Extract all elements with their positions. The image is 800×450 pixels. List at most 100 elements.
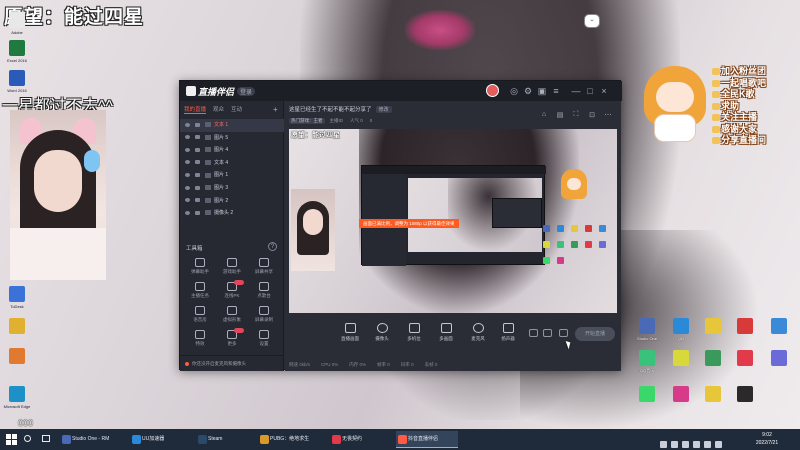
- tool-record[interactable]: 屏幕录制: [248, 306, 280, 328]
- list-item[interactable]: 摄像头 2: [180, 207, 284, 220]
- windows-start-button[interactable]: [6, 434, 17, 445]
- tool-tasks[interactable]: 主播任务: [184, 282, 216, 304]
- desktop-icon[interactable]: [666, 350, 696, 368]
- record-toggle-icon[interactable]: [529, 329, 538, 337]
- tool-effects[interactable]: 特效: [184, 330, 216, 352]
- taskbar-clock[interactable]: 9:02 2022/7/21: [752, 431, 782, 447]
- lock-icon[interactable]: [195, 147, 200, 152]
- tool-voice-room[interactable]: 语音房: [184, 306, 216, 328]
- share-icon[interactable]: ⌂: [539, 111, 549, 121]
- settings-icon[interactable]: ⚙: [522, 85, 534, 97]
- tool-more[interactable]: 更多: [216, 328, 248, 352]
- tray-volume-icon[interactable]: [704, 441, 711, 448]
- ghost-icon[interactable]: ᵕ: [584, 14, 600, 28]
- tool-song[interactable]: 点歌台: [248, 282, 280, 304]
- help-icon[interactable]: ?: [268, 242, 277, 251]
- tool-pk[interactable]: 连线PK: [216, 280, 248, 304]
- category-badge[interactable]: 热门游戏：王者: [289, 118, 325, 124]
- resolution-toast[interactable]: 画面已满比例，调整为 1080p 以获得最佳效果: [359, 219, 459, 228]
- eye-icon[interactable]: [185, 210, 190, 215]
- mic-camera-tip[interactable]: 你还没开启麦克风和摄像头: [180, 355, 284, 371]
- list-item[interactable]: 文本 1: [180, 119, 284, 132]
- desktop-icon[interactable]: [764, 350, 794, 368]
- edit-title-button[interactable]: 修改: [375, 106, 392, 113]
- desktop-icon[interactable]: Adobe: [2, 12, 32, 35]
- eye-icon[interactable]: [185, 185, 190, 190]
- avatar[interactable]: [486, 84, 499, 97]
- microphone-button[interactable]: 麦克风: [463, 323, 493, 342]
- desktop-icon[interactable]: [2, 318, 32, 336]
- desktop-icon[interactable]: Word 2016: [2, 70, 32, 93]
- tray-chevron-icon[interactable]: [660, 441, 667, 448]
- multi-camera-button[interactable]: 多机位: [399, 323, 429, 342]
- eye-icon[interactable]: [185, 198, 190, 203]
- tab-audience[interactable]: 观众: [213, 105, 224, 113]
- settings-icon[interactable]: [559, 329, 568, 337]
- taskbar-app[interactable]: UU加速器: [130, 431, 192, 448]
- list-item[interactable]: 图片 2: [180, 195, 284, 208]
- lock-icon[interactable]: [195, 210, 200, 215]
- list-item[interactable]: 图片 3: [180, 182, 284, 195]
- eye-icon[interactable]: [185, 135, 190, 140]
- lock-icon[interactable]: [195, 160, 200, 165]
- tool-danmaku[interactable]: 弹幕助手: [184, 258, 216, 280]
- taskbar-app[interactable]: 抖音直播伴侣: [396, 431, 458, 448]
- task-view-icon[interactable]: [42, 433, 56, 450]
- list-item[interactable]: 文本 4: [180, 157, 284, 170]
- eye-icon[interactable]: [543, 329, 552, 337]
- desktop-icon[interactable]: [698, 318, 728, 336]
- login-badge[interactable]: 登录: [237, 87, 256, 96]
- tool-settings[interactable]: 设置: [248, 330, 280, 352]
- headset-icon[interactable]: ◎: [508, 85, 520, 97]
- layout-icon[interactable]: ▤: [555, 111, 565, 121]
- taskbar-app[interactable]: Studio One - RM: [60, 431, 126, 448]
- list-item[interactable]: 图片 4: [180, 144, 284, 157]
- tray-app-icon[interactable]: [671, 441, 678, 448]
- list-item[interactable]: 图片 1: [180, 169, 284, 182]
- live-preview[interactable]: 愿望：能过四星 画面已满比例，调整为 1080p 以获得最佳效果: [289, 129, 617, 313]
- lock-icon[interactable]: [195, 173, 200, 178]
- desktop-icon[interactable]: [730, 386, 760, 404]
- desktop-icon[interactable]: [632, 386, 662, 404]
- tray-app-icon[interactable]: [682, 441, 689, 448]
- taskbar-app[interactable]: Steam: [196, 431, 254, 448]
- more-icon[interactable]: ⋯: [603, 111, 613, 121]
- gift-box-icon[interactable]: ▣: [536, 85, 548, 97]
- tray-ime-icon[interactable]: [715, 441, 722, 448]
- live-screen-button[interactable]: 直播画面: [335, 323, 365, 342]
- desktop-icon[interactable]: [666, 386, 696, 404]
- start-live-button[interactable]: 开始直播: [575, 327, 615, 341]
- eye-icon[interactable]: [185, 160, 190, 165]
- tool-game[interactable]: 游戏助手: [216, 258, 248, 280]
- taskbar-app[interactable]: PUBG：绝地求生: [258, 431, 326, 448]
- tool-screen-share[interactable]: 屏幕共享: [248, 258, 280, 280]
- desktop-icon[interactable]: Studio One: [632, 318, 662, 341]
- desktop-icon[interactable]: QQ音乐: [632, 350, 662, 373]
- list-item[interactable]: 图片 5: [180, 132, 284, 145]
- close-button[interactable]: ×: [598, 85, 610, 97]
- desktop-icon[interactable]: [698, 350, 728, 368]
- eye-icon[interactable]: [185, 173, 190, 178]
- eye-icon[interactable]: [185, 122, 190, 127]
- lock-icon[interactable]: [195, 198, 200, 203]
- minimize-button[interactable]: —: [570, 85, 582, 97]
- tab-my-live[interactable]: 我的直播: [184, 105, 207, 114]
- desktop-icon[interactable]: Microsoft Edge: [2, 386, 32, 409]
- desktop-icon[interactable]: [698, 386, 728, 404]
- maximize-button[interactable]: □: [584, 85, 596, 97]
- desktop-icon[interactable]: [2, 348, 32, 366]
- desktop-icon[interactable]: Excel 2016: [2, 40, 32, 63]
- eye-icon[interactable]: [185, 147, 190, 152]
- add-scene-button[interactable]: +: [273, 105, 278, 114]
- tab-interact[interactable]: 互动: [231, 105, 242, 113]
- lock-icon[interactable]: [195, 122, 200, 127]
- multi-screen-button[interactable]: 多画面: [431, 323, 461, 342]
- crop-icon[interactable]: ⊡: [587, 111, 597, 121]
- tray-network-icon[interactable]: [693, 441, 700, 448]
- desktop-icon[interactable]: ToDesk: [2, 286, 32, 309]
- fullscreen-icon[interactable]: ⛶: [571, 111, 581, 121]
- desktop-icon[interactable]: [730, 318, 760, 336]
- tool-avatar[interactable]: 虚拟形象: [216, 306, 248, 328]
- menu-icon[interactable]: ≡: [550, 85, 562, 97]
- desktop-icon[interactable]: [730, 350, 760, 368]
